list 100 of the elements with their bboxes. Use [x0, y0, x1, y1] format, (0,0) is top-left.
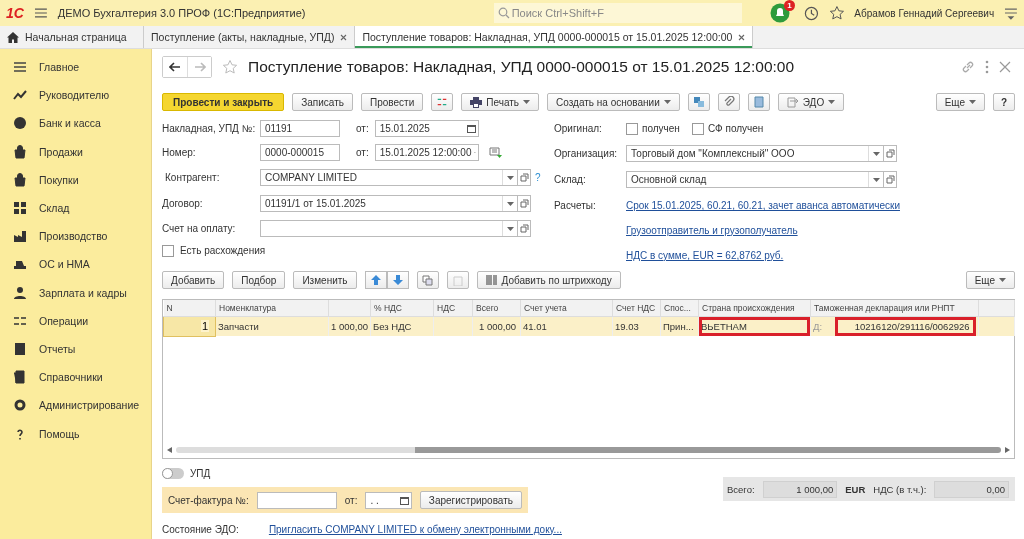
register-button[interactable]: Зарегистрировать — [419, 491, 522, 509]
link-icon[interactable] — [961, 60, 975, 75]
column-header[interactable]: НДС — [433, 299, 473, 317]
toggle-switch[interactable] — [162, 467, 184, 479]
open-button[interactable] — [517, 195, 531, 213]
organization-field[interactable]: Торговый дом "Комплексный" ООО — [626, 145, 884, 163]
star-icon[interactable] — [828, 5, 845, 21]
column-header[interactable]: % НДС — [370, 299, 434, 317]
add-button[interactable]: Добавить — [162, 271, 225, 290]
checkbox[interactable] — [691, 122, 704, 135]
column-header[interactable]: N — [163, 299, 216, 317]
paste-button[interactable] — [446, 271, 469, 290]
post-and-close-button[interactable]: Провести и закрыть — [162, 93, 285, 112]
checkbox-label: получен — [642, 123, 680, 135]
sidebar-item[interactable]: Покупки — [0, 165, 151, 194]
column-header[interactable]: Номенклатура — [215, 299, 329, 317]
sidebar-item[interactable]: Операции — [0, 306, 151, 335]
star-icon[interactable] — [222, 59, 238, 76]
scroll-right-icon[interactable] — [1005, 447, 1010, 453]
scroll-left-icon[interactable] — [167, 447, 172, 453]
more-button[interactable]: Еще — [935, 93, 985, 112]
settings-link[interactable]: НДС в сумме, EUR = 62,8762 руб. — [626, 249, 784, 261]
payment-invoice-field[interactable] — [260, 220, 518, 238]
open-button[interactable] — [517, 220, 531, 238]
caret-icon — [506, 226, 514, 231]
move-down-button[interactable] — [386, 271, 409, 290]
open-button[interactable] — [517, 169, 531, 187]
history-icon[interactable] — [803, 5, 819, 21]
print-button[interactable]: Печать — [461, 93, 539, 112]
column-header[interactable]: Страна происхождения — [698, 299, 811, 317]
counterparty-field[interactable]: COMPANY LIMITED — [260, 169, 518, 187]
tab-label: Начальная страница — [25, 31, 127, 43]
contract-field[interactable]: 01191/1 от 15.01.2025 — [260, 195, 518, 213]
structure-button[interactable] — [687, 93, 710, 112]
attach-button[interactable] — [717, 93, 740, 112]
save-button[interactable]: Записать — [292, 93, 353, 112]
sidebar-item[interactable]: Продажи — [0, 137, 151, 166]
invoice-number-field[interactable] — [256, 491, 337, 509]
post-button[interactable]: Провести — [361, 93, 424, 112]
list-icon[interactable] — [488, 147, 502, 159]
checkbox[interactable] — [626, 122, 638, 135]
help-hint[interactable]: ? — [535, 172, 541, 184]
date-field[interactable]: 15.01.2025 12:00:00 — [374, 144, 479, 162]
sidebar-item[interactable]: ОС и НМА — [0, 250, 151, 279]
sidebar-item[interactable]: Помощь — [0, 419, 151, 448]
sidebar-item[interactable]: Склад — [0, 193, 151, 223]
column-header[interactable]: Счет НДС — [612, 299, 661, 317]
sidebar-item[interactable]: Производство — [0, 222, 151, 251]
document-button[interactable] — [747, 93, 770, 112]
column-header[interactable]: Спос... — [660, 299, 699, 317]
arrow-left-icon — [169, 62, 181, 73]
section-icon — [13, 370, 27, 385]
sidebar-label: Склад — [39, 202, 70, 215]
checkbox[interactable] — [162, 244, 174, 257]
pick-button[interactable]: Подбор — [232, 271, 286, 290]
number-field[interactable]: 0000-000015 — [260, 144, 340, 162]
sidebar-item[interactable]: Главное — [0, 53, 151, 82]
settings-link[interactable]: Срок 15.01.2025, 60.21, 60.21, зачет аванса автоматически — [626, 199, 900, 211]
sidebar-item[interactable]: Справочники — [0, 363, 151, 392]
add-by-barcode-button[interactable]: Добавить по штрихкоду — [476, 271, 621, 290]
sidebar-item[interactable]: Администрирование — [0, 391, 151, 420]
sidebar-item[interactable]: Отчеты — [0, 334, 151, 364]
sidebar-item[interactable]: Руководителю — [0, 81, 151, 110]
bell-icon[interactable] — [769, 3, 790, 23]
create-based-on-button[interactable]: Создать на основании — [547, 93, 680, 112]
sidebar-label: Администрирование — [39, 399, 140, 412]
settings-link[interactable]: Грузоотправитель и грузополучатель — [626, 224, 798, 236]
move-up-button[interactable] — [364, 271, 387, 290]
edo-button[interactable]: ЭДО — [777, 93, 845, 112]
sidebar-item[interactable]: Банк и касса — [0, 109, 151, 138]
warehouse-field[interactable]: Основной склад — [626, 171, 884, 189]
invite-link[interactable]: Пригласить COMPANY LIMITED к обмену электронными доку... — [268, 523, 562, 535]
user-name[interactable]: Абрамов Геннадий Сергеевич — [854, 7, 995, 19]
close-icon[interactable] — [738, 33, 746, 41]
more-button[interactable]: Еще — [965, 271, 1015, 290]
tab[interactable]: Начальная страница — [0, 26, 144, 48]
search-field[interactable]: Поиск Ctrl+Shift+F — [493, 3, 742, 23]
tab[interactable]: Поступление товаров: Накладная, УПД 0000-000015 от 15.01.2025 12:00:00 — [355, 26, 754, 48]
column-header[interactable]: Таможенная декларация или РНПТ — [810, 299, 979, 317]
ledger-button[interactable] — [431, 93, 454, 112]
menu-icon[interactable] — [1004, 6, 1018, 20]
column-header[interactable]: Всего — [472, 299, 521, 317]
help-button[interactable]: ? — [993, 93, 1015, 112]
more-icon[interactable] — [985, 60, 989, 75]
column-header[interactable]: Счет учета — [520, 299, 613, 317]
close-icon[interactable] — [340, 33, 348, 41]
edit-button[interactable]: Изменить — [293, 271, 357, 290]
date-field[interactable]: 15.01.2025 — [374, 120, 479, 138]
section-icon — [13, 172, 27, 187]
close-icon[interactable] — [999, 61, 1011, 74]
open-button[interactable] — [883, 171, 897, 189]
copy-button[interactable] — [416, 271, 439, 290]
date-field[interactable]: . . — [365, 491, 412, 509]
sidebar-item[interactable]: Зарплата и кадры — [0, 278, 151, 307]
column-header[interactable] — [978, 299, 1015, 317]
invoice-number-field[interactable]: 01191 — [260, 120, 340, 138]
open-button[interactable] — [883, 145, 897, 163]
table-row[interactable]: 1 Запчасти 1 000,00 Без НДС 1 000,00 41.01 19.03 Прин... ВЬЕТНАМ Д: 10216120/291116/0062926 — [163, 316, 1015, 337]
menu-icon[interactable] — [33, 7, 48, 19]
column-header[interactable] — [328, 299, 371, 317]
